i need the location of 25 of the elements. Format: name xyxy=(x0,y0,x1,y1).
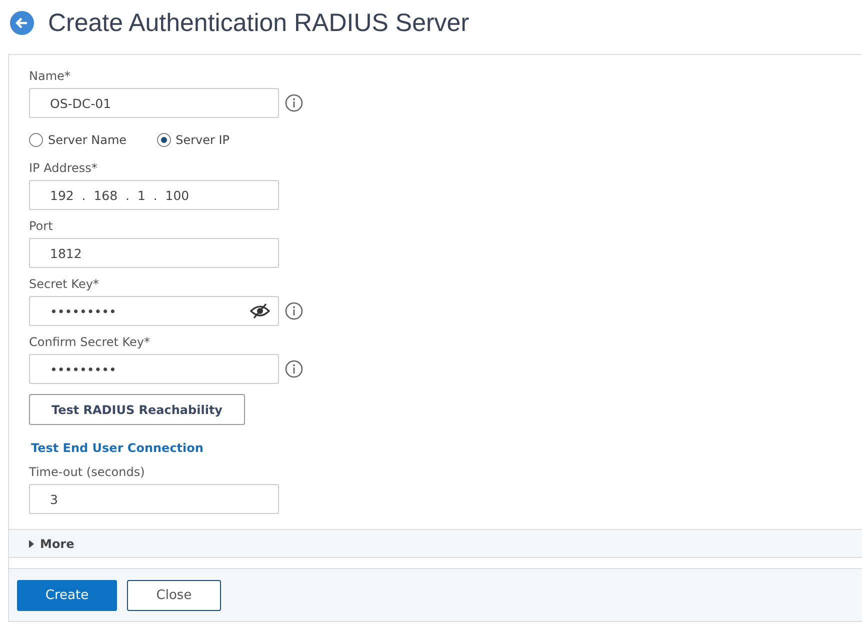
close-button[interactable]: Close xyxy=(127,580,221,610)
page-title: Create Authentication RADIUS Server xyxy=(48,8,470,38)
field-label: Name* xyxy=(29,69,72,83)
field-label: Port xyxy=(29,219,54,233)
name-field[interactable]: OS-DC-01 xyxy=(29,88,279,118)
eye-slash-icon[interactable] xyxy=(250,303,270,319)
field-label: Secret Key* xyxy=(29,277,100,291)
back-icon[interactable] xyxy=(10,11,34,35)
field-label: IP Address* xyxy=(29,161,98,175)
info-icon[interactable] xyxy=(285,94,303,112)
create-button[interactable]: Create xyxy=(17,580,117,610)
test-connection-link[interactable]: Test End User Connection xyxy=(31,441,204,455)
info-icon[interactable] xyxy=(285,360,303,378)
password-field[interactable]: ••••••••• xyxy=(29,296,279,326)
field-label: Time-out (seconds) xyxy=(29,465,146,479)
field-label: Confirm Secret Key* xyxy=(29,335,152,349)
ip-address-field[interactable]: 192 . 168 . 1 . 100 xyxy=(29,180,279,210)
password-field[interactable]: ••••••••• xyxy=(29,354,279,384)
radio-option[interactable]: Server IP xyxy=(156,133,230,147)
test-reachability-button[interactable]: Test RADIUS Reachability xyxy=(29,394,245,425)
timeout-field[interactable]: 3 xyxy=(29,484,279,514)
radio-option[interactable]: Server Name xyxy=(29,133,127,147)
port-field[interactable]: 1812 xyxy=(29,238,279,268)
info-icon[interactable] xyxy=(285,302,303,320)
more-section-toggle[interactable]: More xyxy=(9,529,862,558)
